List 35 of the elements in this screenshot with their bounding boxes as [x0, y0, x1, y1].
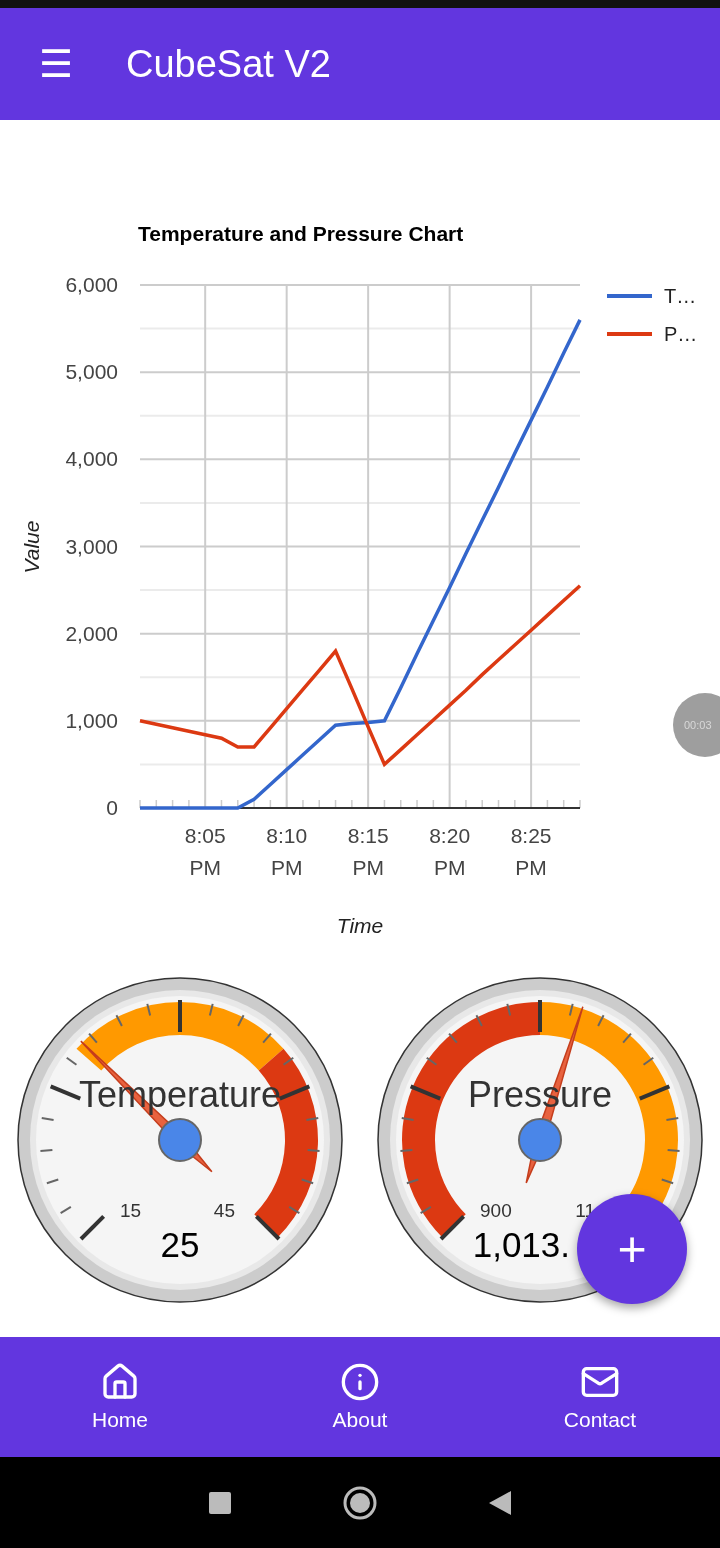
recording-time: 00:03 [684, 719, 712, 731]
x-tick-label: 8:05 PM [184, 824, 226, 879]
x-tick-label: 8:15 PM [347, 824, 389, 879]
recents-icon[interactable] [208, 1490, 232, 1515]
y-tick-label: 5,000 [65, 360, 118, 384]
nav-item[interactable]: About [240, 1337, 480, 1457]
x-tick-label: 8:10 PM [266, 824, 308, 879]
nav-item[interactable]: Contact [480, 1337, 720, 1457]
menu-button[interactable]: ☰ [36, 45, 76, 83]
y-tick-label: 1,000 [65, 708, 118, 732]
x-axis-title: Time [336, 914, 384, 937]
y-tick-label: 0 [106, 796, 118, 819]
legend-swatch [607, 332, 652, 336]
back-icon[interactable] [488, 1489, 512, 1516]
y-tick-label: 2,000 [65, 621, 118, 645]
nav-item[interactable]: Home [0, 1337, 240, 1457]
chart-title: Temperature and Pressure Chart [138, 222, 464, 245]
y-axis-title: Value [20, 520, 43, 574]
legend-label: T… [664, 285, 697, 307]
gauge-value: 25 [160, 1225, 200, 1264]
home-icon [100, 1362, 140, 1402]
gauge-max-label: 45 [213, 1200, 235, 1221]
y-tick-label: 3,000 [65, 534, 118, 558]
gauge-value: 1,013. [472, 1225, 570, 1264]
x-tick-label: 8:25 PM [510, 824, 552, 879]
home-circle-icon[interactable] [342, 1484, 378, 1521]
legend-label: P… [664, 323, 698, 345]
y-tick-label: 4,000 [65, 447, 118, 471]
info-icon [340, 1362, 380, 1402]
gauge-min-label: 900 [480, 1200, 512, 1221]
app-title: CubeSat V2 [126, 42, 331, 86]
legend-swatch [607, 294, 652, 298]
y-tick-label: 6,000 [65, 273, 118, 296]
gauge-min-label: 15 [120, 1200, 142, 1221]
x-tick-label: 8:20 PM [429, 824, 471, 879]
